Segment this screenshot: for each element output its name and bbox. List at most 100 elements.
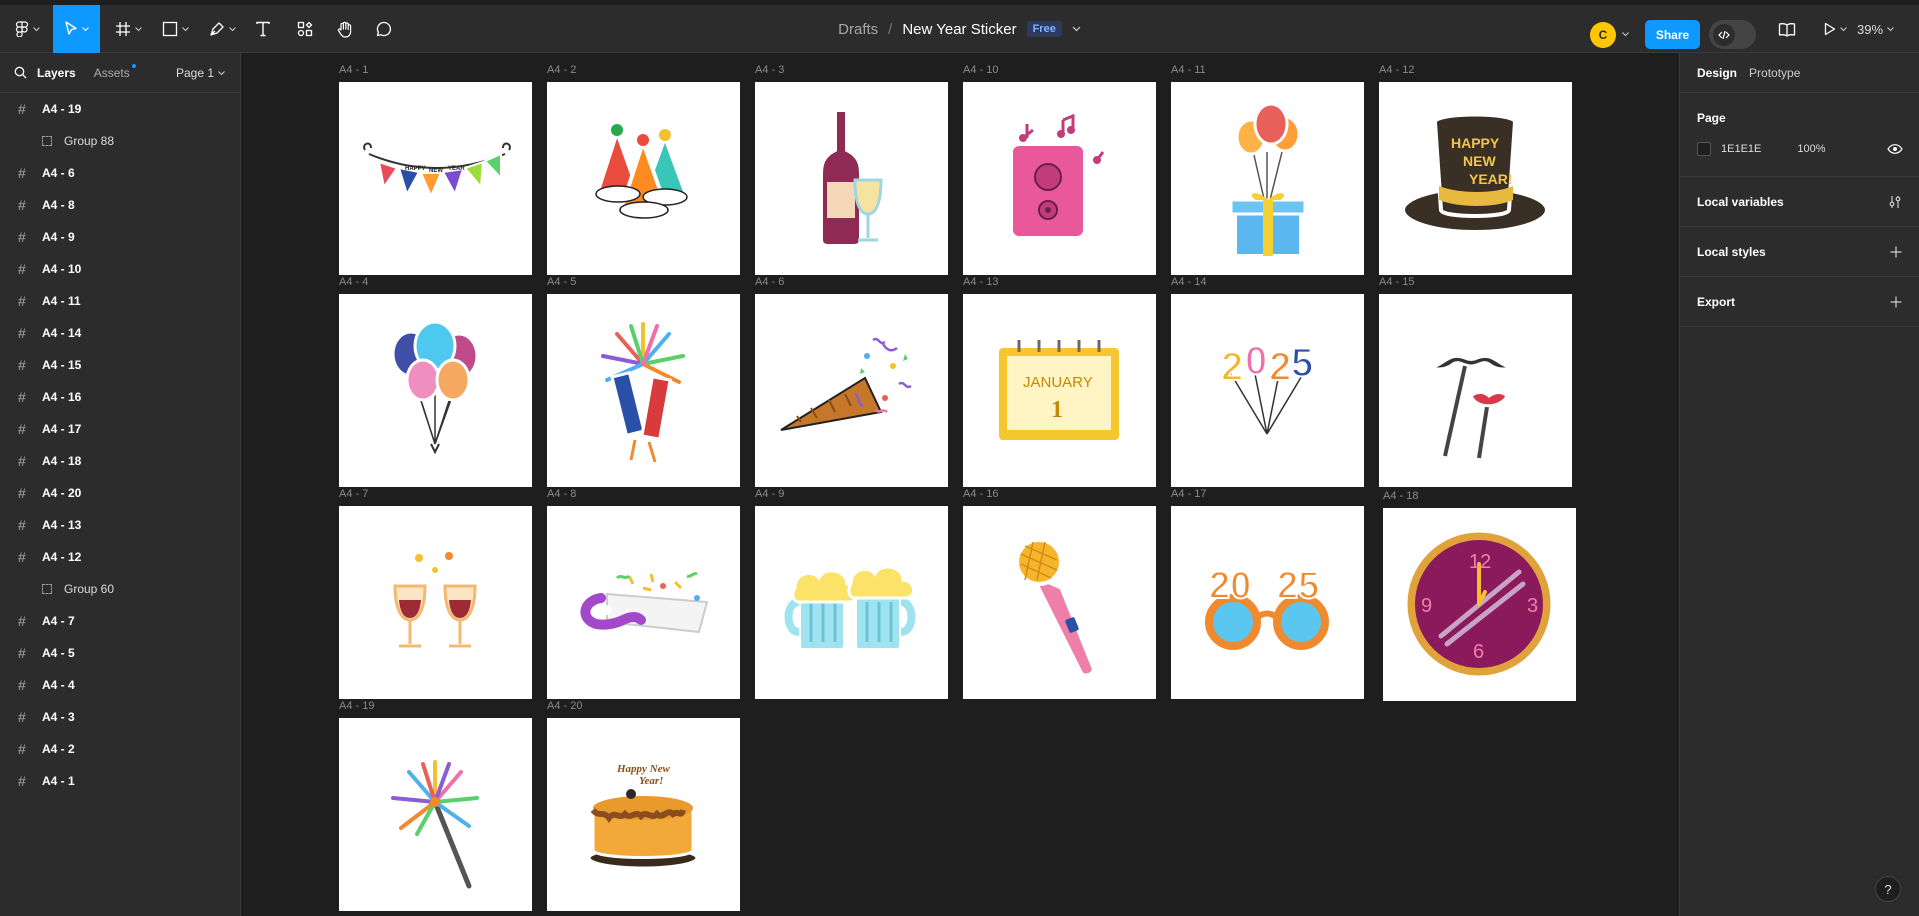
move-tool-button[interactable] (53, 5, 100, 53)
frame-label[interactable]: A4 - 14 (1171, 276, 1206, 288)
library-button[interactable] (1776, 5, 1798, 53)
layer-frame-item[interactable]: # A4 - 17 (0, 413, 240, 445)
page-selector[interactable]: Page 1 (176, 66, 225, 80)
canvas[interactable]: A4 - 1 HAPPY NEW YEAR A4 - 2 A4 - 3 A4 -… (241, 53, 1679, 916)
variables-settings-icon[interactable] (1888, 195, 1902, 209)
frame-label[interactable]: A4 - 8 (547, 488, 576, 500)
frame-a4-20[interactable]: A4 - 20 Happy New Year! (547, 700, 740, 911)
layer-frame-item[interactable]: # A4 - 6 (0, 157, 240, 189)
search-icon[interactable] (14, 66, 27, 79)
frame-a4-14[interactable]: A4 - 14 2 0 2 5 (1171, 276, 1364, 487)
plan-badge[interactable]: Free (1026, 21, 1062, 37)
frame-label[interactable]: A4 - 12 (1379, 64, 1414, 76)
page-fill-opacity[interactable]: 100% (1797, 143, 1825, 155)
file-menu-chevron-icon[interactable] (1072, 26, 1081, 32)
avatar-chevron-down-icon[interactable] (1622, 32, 1629, 37)
layer-frame-item[interactable]: # A4 - 8 (0, 189, 240, 221)
tab-assets[interactable]: Assets (94, 63, 136, 80)
frame-a4-10[interactable]: A4 - 10 (963, 64, 1156, 275)
page-fill-hex[interactable]: 1E1E1E (1721, 143, 1761, 155)
frame-label[interactable]: A4 - 15 (1379, 276, 1414, 288)
share-button[interactable]: Share (1645, 20, 1700, 49)
dev-mode-toggle[interactable] (1709, 20, 1756, 49)
layer-frame-item[interactable]: # A4 - 3 (0, 701, 240, 733)
hand-tool-button[interactable] (333, 5, 357, 53)
frame-label[interactable]: A4 - 3 (755, 64, 784, 76)
frame-a4-8[interactable]: A4 - 8 (547, 488, 740, 699)
layer-frame-item[interactable]: # A4 - 16 (0, 381, 240, 413)
frame-a4-3[interactable]: A4 - 3 (755, 64, 948, 275)
frame-hash-icon: # (18, 709, 26, 725)
frame-label[interactable]: A4 - 2 (547, 64, 576, 76)
avatar[interactable]: C (1590, 22, 1616, 48)
layer-frame-item[interactable]: # A4 - 9 (0, 221, 240, 253)
layer-frame-item[interactable]: # A4 - 4 (0, 669, 240, 701)
frame-a4-1[interactable]: A4 - 1 HAPPY NEW YEAR (339, 64, 532, 275)
frame-label[interactable]: A4 - 5 (547, 276, 576, 288)
layer-frame-item[interactable]: # A4 - 5 (0, 637, 240, 669)
frame-label[interactable]: A4 - 6 (755, 276, 784, 288)
add-export-plus-icon[interactable] (1890, 296, 1902, 308)
layer-frame-item[interactable]: # A4 - 2 (0, 733, 240, 765)
breadcrumb-drafts[interactable]: Drafts (838, 21, 878, 38)
frame-a4-5[interactable]: A4 - 5 (547, 276, 740, 487)
frame-label[interactable]: A4 - 16 (963, 488, 998, 500)
page-section: Page 1E1E1E 100% (1680, 93, 1919, 177)
resources-tool-button[interactable] (293, 5, 317, 53)
frame-a4-12[interactable]: A4 - 12 HAPPY NEW YEAR! (1379, 64, 1572, 275)
main-menu-button[interactable] (8, 5, 46, 53)
frame-label[interactable]: A4 - 19 (339, 700, 374, 712)
frame-a4-2[interactable]: A4 - 2 (547, 64, 740, 275)
pen-tool-button[interactable] (204, 5, 240, 53)
frame-label[interactable]: A4 - 11 (1171, 64, 1206, 76)
help-button[interactable]: ? (1875, 876, 1901, 902)
frame-a4-17[interactable]: A4 - 17 20 25 (1171, 488, 1364, 699)
frame-label[interactable]: A4 - 18 (1383, 490, 1418, 502)
frame-a4-13[interactable]: A4 - 13 JANUARY 1 (963, 276, 1156, 487)
layer-frame-item[interactable]: # A4 - 12 (0, 541, 240, 573)
frame-a4-6[interactable]: A4 - 6 (755, 276, 948, 487)
layer-frame-item[interactable]: # A4 - 15 (0, 349, 240, 381)
frame-label[interactable]: A4 - 1 (339, 64, 368, 76)
text-tool-button[interactable] (251, 5, 275, 53)
frame-a4-7[interactable]: A4 - 7 (339, 488, 532, 699)
layer-frame-item[interactable]: # A4 - 18 (0, 445, 240, 477)
layer-frame-item[interactable]: # A4 - 20 (0, 477, 240, 509)
frame-a4-15[interactable]: A4 - 15 (1379, 276, 1572, 487)
layer-frame-item[interactable]: # A4 - 11 (0, 285, 240, 317)
zoom-control[interactable]: 39% (1857, 5, 1894, 53)
frame-label[interactable]: A4 - 17 (1171, 488, 1206, 500)
chevron-down-icon (134, 26, 142, 31)
frame-label[interactable]: A4 - 4 (339, 276, 368, 288)
layer-frame-item[interactable]: # A4 - 10 (0, 253, 240, 285)
frame-label[interactable]: A4 - 7 (339, 488, 368, 500)
layer-group-item[interactable]: Group 60 (0, 573, 240, 605)
tab-layers[interactable]: Layers (37, 66, 76, 80)
frame-label[interactable]: A4 - 10 (963, 64, 998, 76)
page-fill-swatch[interactable] (1697, 142, 1711, 156)
frame-a4-19[interactable]: A4 - 19 (339, 700, 532, 911)
frame-tool-button[interactable] (110, 5, 146, 53)
frame-a4-16[interactable]: A4 - 16 (963, 488, 1156, 699)
present-button[interactable] (1820, 5, 1850, 53)
frame-label[interactable]: A4 - 9 (755, 488, 784, 500)
layer-frame-item[interactable]: # A4 - 19 (0, 93, 240, 125)
add-style-plus-icon[interactable] (1890, 246, 1902, 258)
file-name[interactable]: New Year Sticker (902, 21, 1016, 38)
frame-label[interactable]: A4 - 20 (547, 700, 582, 712)
shape-tool-button[interactable] (157, 5, 193, 53)
layer-frame-item[interactable]: # A4 - 1 (0, 765, 240, 797)
tab-prototype[interactable]: Prototype (1749, 66, 1800, 80)
frame-a4-18[interactable]: A4 - 18 12 3 6 9 (1383, 490, 1576, 701)
layer-frame-item[interactable]: # A4 - 13 (0, 509, 240, 541)
comment-tool-button[interactable] (372, 5, 396, 53)
frame-a4-4[interactable]: A4 - 4 (339, 276, 532, 487)
frame-a4-9[interactable]: A4 - 9 (755, 488, 948, 699)
frame-label[interactable]: A4 - 13 (963, 276, 998, 288)
layer-frame-item[interactable]: # A4 - 7 (0, 605, 240, 637)
layer-group-item[interactable]: Group 88 (0, 125, 240, 157)
frame-a4-11[interactable]: A4 - 11 (1171, 64, 1364, 275)
layer-frame-item[interactable]: # A4 - 14 (0, 317, 240, 349)
tab-design[interactable]: Design (1697, 66, 1737, 80)
eye-icon[interactable] (1887, 144, 1903, 154)
